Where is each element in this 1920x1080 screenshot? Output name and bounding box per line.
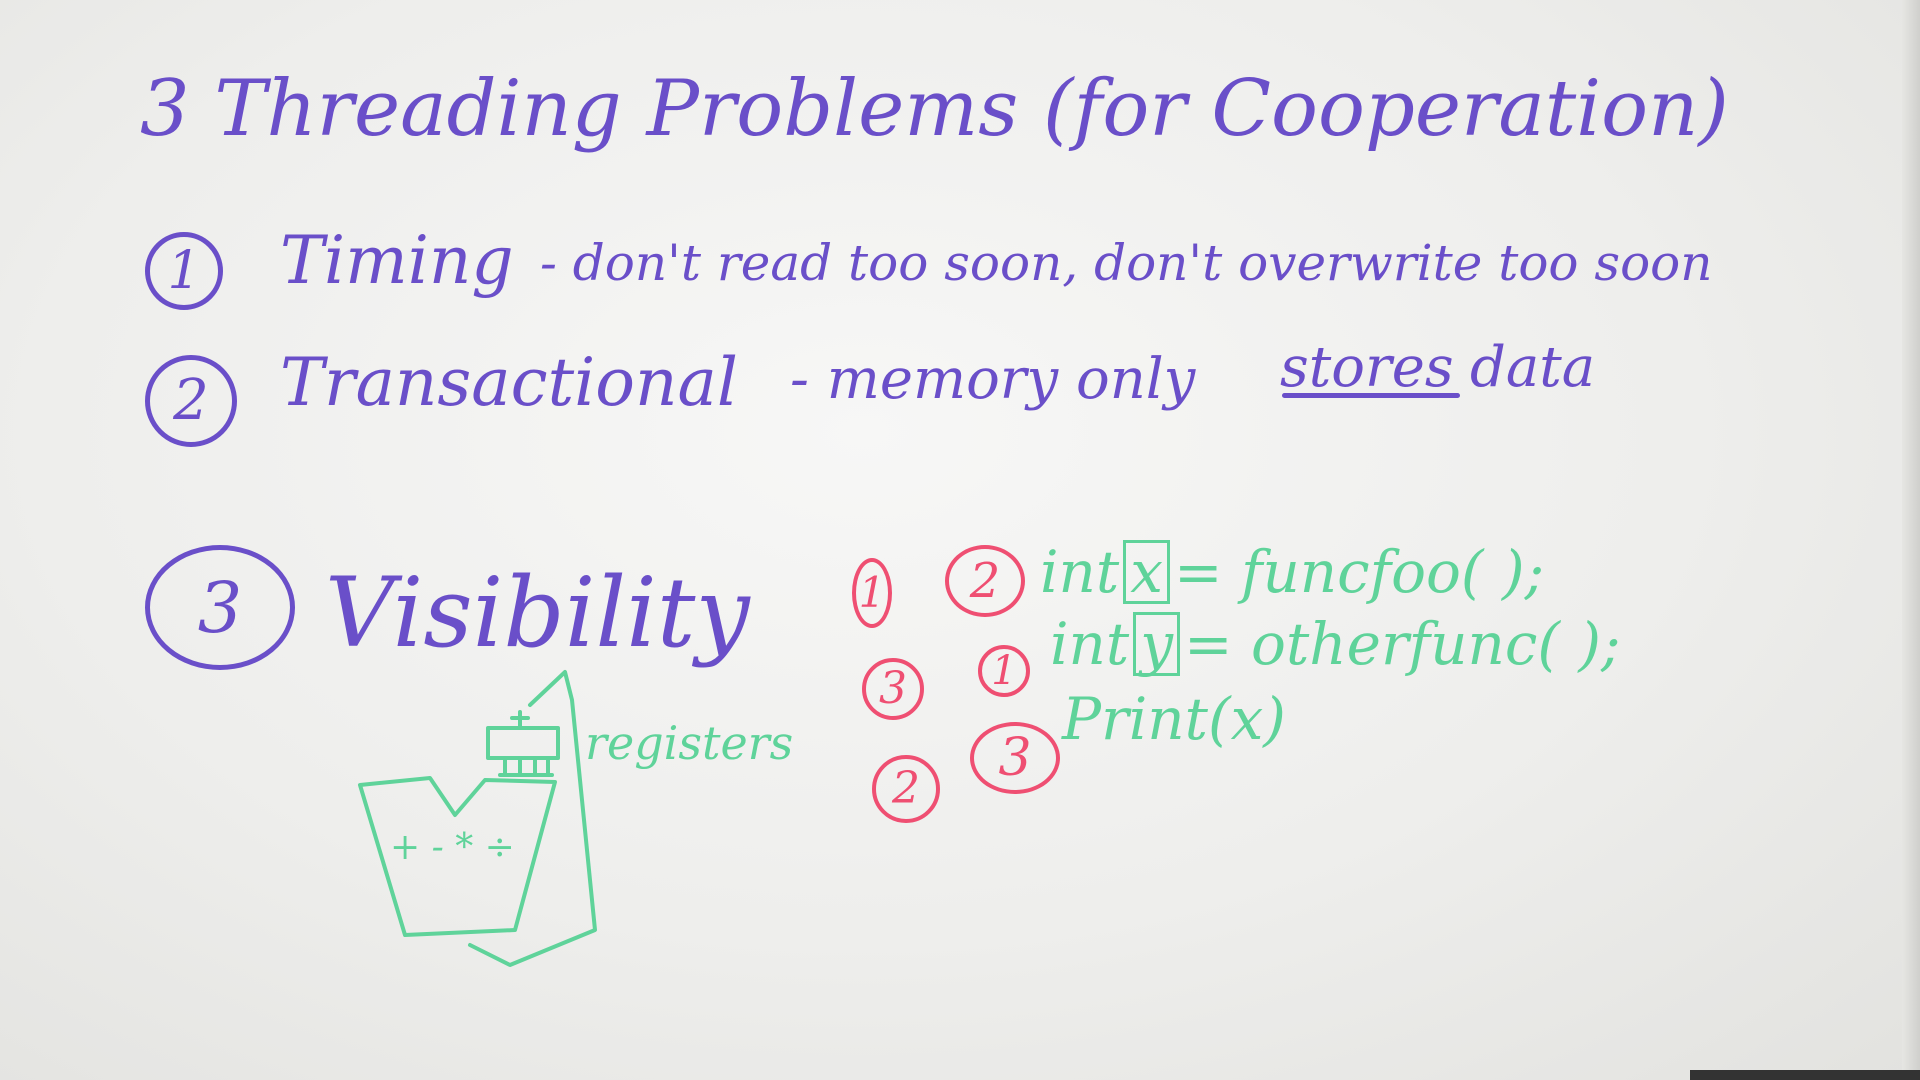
- marker-tray: [1690, 1070, 1920, 1080]
- order-mark-col1-row1: 1: [852, 558, 892, 628]
- cpu-register-sketch: [358, 670, 597, 967]
- code-line-1-type: int: [1040, 538, 1120, 606]
- alu-operations: + - * ÷: [390, 827, 515, 868]
- code-line-2-assign: = otherfunc( );: [1184, 610, 1621, 678]
- register-label: registers: [585, 716, 794, 770]
- board-frame-edge: [1902, 0, 1920, 1080]
- code-line-2-variable: y: [1133, 612, 1180, 676]
- order-mark-col2-row3: 3: [970, 722, 1060, 794]
- code-line-2: int y = otherfunc( );: [1050, 612, 1621, 676]
- code-line-1: int x = funcfoo( );: [1040, 540, 1544, 604]
- code-line-1-variable: x: [1123, 540, 1170, 604]
- order-mark-col1-row3: 2: [872, 755, 940, 823]
- order-mark-col1-row2: 3: [862, 658, 924, 720]
- code-line-3: Print(x): [1062, 685, 1286, 753]
- order-mark-col2-row2: 1: [978, 645, 1030, 697]
- code-line-2-type: int: [1050, 610, 1130, 678]
- code-line-1-assign: = funcfoo( );: [1173, 538, 1545, 606]
- order-mark-col2-row1: 2: [945, 545, 1025, 617]
- whiteboard: 3 Threading Problems (for Cooperation) 1…: [0, 0, 1920, 1080]
